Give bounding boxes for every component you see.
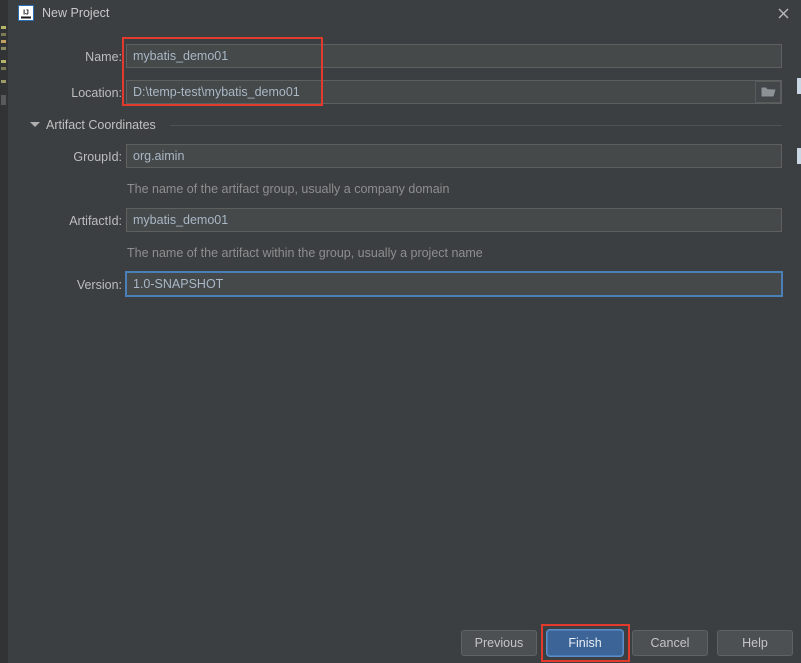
help-button[interactable]: Help: [717, 630, 793, 656]
folder-icon[interactable]: [755, 81, 781, 103]
background-scroll-marker: [797, 148, 801, 164]
chevron-down-icon[interactable]: [30, 122, 40, 127]
finish-button[interactable]: Finish: [547, 630, 623, 656]
artifactid-hint: The name of the artifact within the grou…: [127, 246, 483, 260]
section-divider: [170, 125, 782, 126]
groupid-label: GroupId:: [73, 150, 122, 164]
previous-button[interactable]: Previous: [461, 630, 537, 656]
groupid-hint: The name of the artifact group, usually …: [127, 182, 450, 196]
version-label: Version:: [76, 278, 122, 292]
dialog-title: New Project: [42, 6, 110, 20]
name-label: Name:: [85, 50, 122, 64]
intellij-idea-icon: IJ: [18, 5, 34, 21]
artifactid-label: ArtifactId:: [69, 214, 122, 228]
location-input[interactable]: D:\temp-test\mybatis_demo01: [126, 80, 782, 104]
background-ide-sliver: [0, 0, 8, 663]
new-project-dialog: IJ New Project Name: mybatis_demo01 Loca…: [0, 0, 801, 663]
groupid-input[interactable]: org.aimin: [126, 144, 782, 168]
location-label: Location:: [71, 86, 122, 100]
close-icon[interactable]: [771, 3, 795, 23]
dialog-titlebar: IJ New Project: [8, 0, 801, 26]
section-label: Artifact Coordinates: [46, 118, 156, 132]
version-input[interactable]: 1.0-SNAPSHOT: [126, 272, 782, 296]
name-input[interactable]: mybatis_demo01: [126, 44, 782, 68]
background-scroll-marker: [797, 78, 801, 94]
artifact-coordinates-section-header[interactable]: Artifact Coordinates: [30, 117, 782, 133]
svg-text:IJ: IJ: [23, 10, 29, 17]
cancel-button[interactable]: Cancel: [632, 630, 708, 656]
artifactid-input[interactable]: mybatis_demo01: [126, 208, 782, 232]
